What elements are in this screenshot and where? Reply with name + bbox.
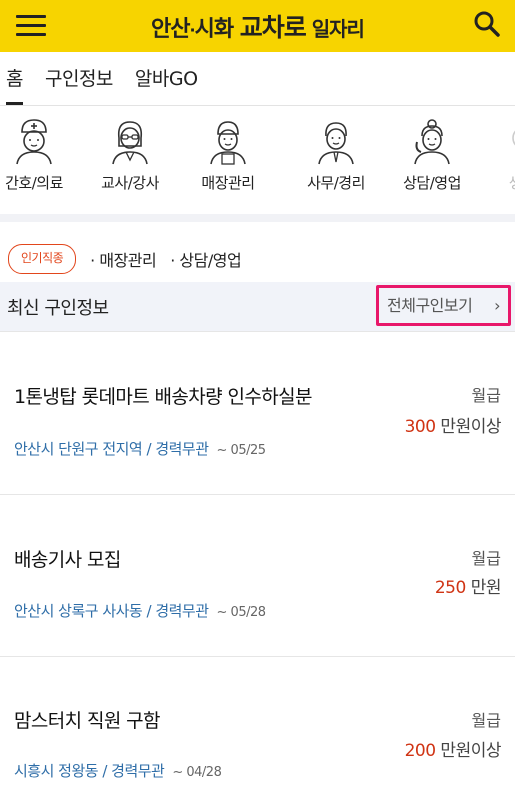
- job-pay-amount: 300: [404, 417, 436, 437]
- hamburger-menu-icon[interactable]: [16, 13, 48, 37]
- latest-jobs-title: 최신 구인정보: [7, 298, 109, 319]
- section-divider: [0, 214, 515, 222]
- category-store-management[interactable]: 매장관리: [186, 116, 270, 193]
- popular-occupations: 인기직종 매장관리 상담/영업: [0, 235, 242, 283]
- app-logo[interactable]: 안산·시화 교차로 일자리: [151, 8, 365, 44]
- category-production[interactable]: 생산: [480, 116, 515, 193]
- category-label: 매장관리: [201, 174, 255, 192]
- office-worker-icon: [318, 122, 354, 165]
- job-deadline: ~ 05/25: [216, 443, 267, 458]
- production-icon: [512, 130, 515, 146]
- job-list-item[interactable]: 배송기사 모집 안산시 상록구 사사동 / 경력무관 ~ 05/28 월급 250…: [0, 495, 515, 657]
- category-row: 간호/의료 교사/강사 매장관리 사무/경리 상담/영업: [0, 110, 515, 215]
- category-nursing-medical[interactable]: 간호/의료: [0, 116, 76, 193]
- job-location: 시흥시 정왕동 / 경력무관 ~ 04/28: [14, 762, 222, 780]
- view-all-label: 전체구인보기: [387, 296, 473, 315]
- category-teacher-instructor[interactable]: 교사/강사: [88, 116, 172, 193]
- job-location: 안산시 상록구 사사동 / 경력무관 ~ 05/28: [14, 602, 267, 620]
- view-all-jobs-button[interactable]: 전체구인보기 ›: [376, 285, 511, 326]
- category-label: 교사/강사: [101, 174, 159, 192]
- search-icon[interactable]: [472, 9, 502, 39]
- category-office-accounting[interactable]: 사무/경리: [294, 116, 378, 193]
- teacher-icon: [112, 121, 148, 165]
- popular-badge: 인기직종: [8, 244, 77, 274]
- tab-job-info[interactable]: 구인정보: [45, 52, 113, 106]
- job-deadline: ~ 05/28: [216, 605, 267, 620]
- store-manager-icon: [210, 121, 246, 165]
- job-list-item[interactable]: 맘스터치 직원 구함 시흥시 정왕동 / 경력무관 ~ 04/28 월급 200 …: [0, 657, 515, 790]
- category-label: 생산: [480, 172, 515, 193]
- app-header: 안산·시화 교차로 일자리: [0, 0, 515, 52]
- job-pay: 200 만원이상: [404, 741, 502, 761]
- job-location: 안산시 단원구 전지역 / 경력무관 ~ 05/25: [14, 440, 267, 458]
- category-label: 상담/영업: [403, 174, 461, 192]
- job-title: 배송기사 모집: [14, 549, 121, 571]
- category-label: 간호/의료: [5, 174, 63, 192]
- job-pay-type: 월급: [471, 711, 501, 730]
- call-agent-icon: [414, 119, 450, 165]
- popular-item-store[interactable]: 매장관리: [90, 247, 156, 271]
- job-title: 맘스터치 직원 구함: [14, 710, 161, 732]
- job-pay-type: 월급: [471, 549, 501, 568]
- main-tabs: 홈 구인정보 알바GO: [0, 52, 515, 106]
- popular-item-sales[interactable]: 상담/영업: [170, 247, 241, 271]
- job-pay-amount: 200: [404, 741, 436, 761]
- job-pay: 300 만원이상: [404, 417, 502, 437]
- tab-home[interactable]: 홈: [6, 52, 23, 106]
- nurse-icon: [16, 119, 52, 165]
- job-pay: 250 만원: [434, 578, 502, 598]
- job-pay-amount: 250: [434, 578, 466, 598]
- job-title: 1톤냉탑 롯데마트 배송차량 인수하실분: [14, 386, 312, 408]
- job-deadline: ~ 04/28: [172, 765, 222, 780]
- job-list-item[interactable]: 1톤냉탑 롯데마트 배송차량 인수하실분 안산시 단원구 전지역 / 경력무관 ~…: [0, 332, 515, 495]
- chevron-right-icon: ›: [494, 296, 500, 315]
- job-pay-type: 월급: [471, 386, 501, 405]
- category-label: 사무/경리: [307, 174, 365, 192]
- category-consulting-sales[interactable]: 상담/영업: [390, 116, 474, 193]
- tab-albago[interactable]: 알바GO: [135, 52, 198, 106]
